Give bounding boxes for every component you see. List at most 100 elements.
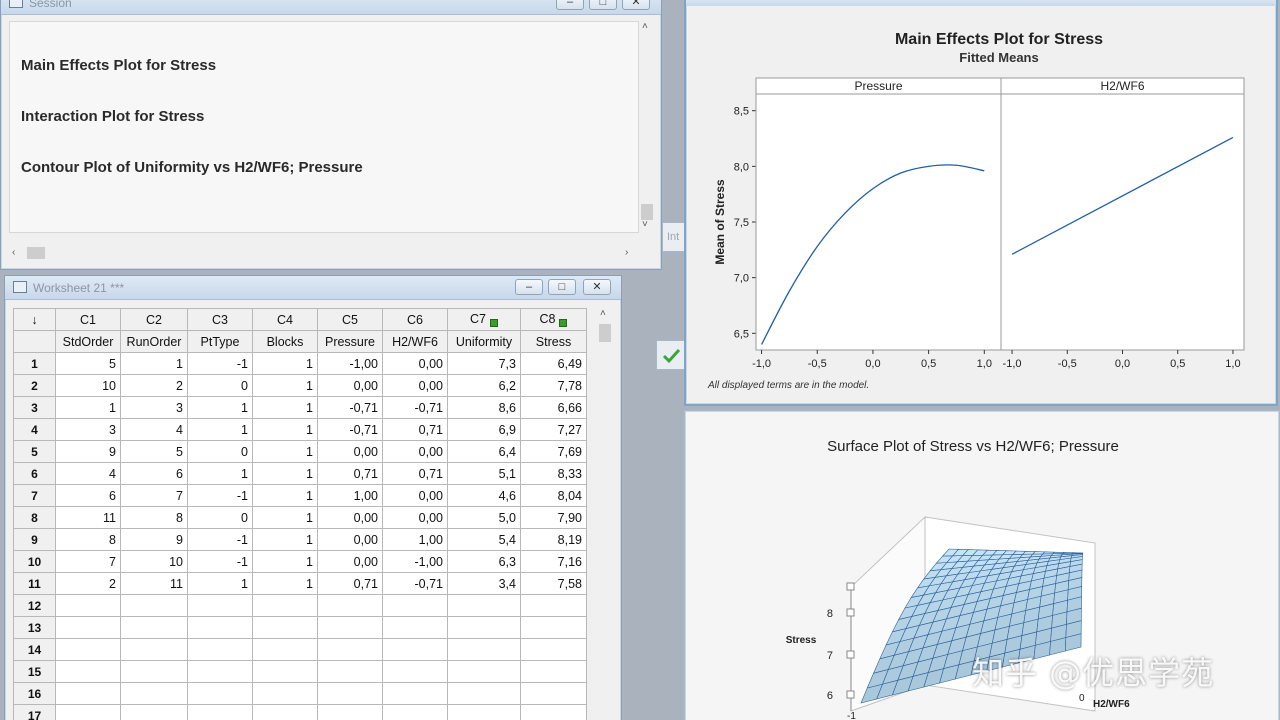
table-cell[interactable] xyxy=(252,682,318,705)
table-cell[interactable]: -1,00 xyxy=(382,550,448,573)
table-cell[interactable]: 7,78 xyxy=(520,374,587,397)
table-cell[interactable]: 1 xyxy=(252,462,318,485)
table-cell[interactable] xyxy=(447,616,521,639)
session-vertical-scrollbar[interactable]: ˄ ˅ xyxy=(639,21,655,233)
session-horizontal-scrollbar[interactable]: ‹ › xyxy=(9,245,639,261)
row-number[interactable]: 13 xyxy=(13,616,56,639)
table-cell[interactable]: 8,6 xyxy=(447,396,521,419)
session-output[interactable]: Main Effects Plot for Stress Interaction… xyxy=(9,21,639,233)
table-cell[interactable]: 1 xyxy=(187,572,253,595)
scroll-left-icon[interactable]: ‹ xyxy=(12,247,15,258)
table-cell[interactable]: 7,69 xyxy=(520,440,587,463)
table-cell[interactable]: 6,49 xyxy=(520,352,587,375)
table-cell[interactable] xyxy=(187,616,253,639)
row-number[interactable]: 5 xyxy=(13,440,56,463)
table-cell[interactable] xyxy=(120,594,188,617)
table-cell[interactable] xyxy=(55,682,121,705)
table-cell[interactable] xyxy=(55,704,121,720)
row-number[interactable]: 12 xyxy=(13,594,56,617)
table-cell[interactable]: 10 xyxy=(55,374,121,397)
row-number[interactable]: 15 xyxy=(13,660,56,683)
hscroll-thumb[interactable] xyxy=(27,247,45,259)
row-number[interactable]: 14 xyxy=(13,638,56,661)
table-cell[interactable] xyxy=(317,638,383,661)
table-cell[interactable]: 7,3 xyxy=(447,352,521,375)
row-number[interactable]: 3 xyxy=(13,396,56,419)
table-cell[interactable]: 2 xyxy=(55,572,121,595)
worksheet-vertical-scrollbar[interactable]: ˄ xyxy=(597,308,613,720)
table-cell[interactable]: 5,4 xyxy=(447,528,521,551)
column-name[interactable]: Uniformity xyxy=(447,330,521,353)
table-cell[interactable] xyxy=(252,638,318,661)
table-cell[interactable]: 0,00 xyxy=(382,440,448,463)
table-cell[interactable]: 1 xyxy=(187,418,253,441)
table-cell[interactable] xyxy=(382,616,448,639)
table-cell[interactable] xyxy=(520,616,587,639)
table-cell[interactable]: 6 xyxy=(55,484,121,507)
table-cell[interactable]: 6,9 xyxy=(447,418,521,441)
table-cell[interactable]: 1 xyxy=(187,462,253,485)
table-cell[interactable]: 7,27 xyxy=(520,418,587,441)
table-cell[interactable]: 4 xyxy=(120,418,188,441)
table-cell[interactable]: 0,71 xyxy=(382,462,448,485)
table-cell[interactable]: 6,66 xyxy=(520,396,587,419)
table-cell[interactable]: 0,00 xyxy=(382,484,448,507)
table-cell[interactable]: 1,00 xyxy=(317,484,383,507)
table-cell[interactable]: 0,00 xyxy=(382,352,448,375)
column-name[interactable]: PtType xyxy=(187,330,253,353)
scroll-thumb[interactable] xyxy=(641,204,653,220)
table-cell[interactable]: -0,71 xyxy=(317,396,383,419)
row-number[interactable]: 6 xyxy=(13,462,56,485)
table-cell[interactable]: -1 xyxy=(187,550,253,573)
table-cell[interactable] xyxy=(447,594,521,617)
table-cell[interactable]: 8,19 xyxy=(520,528,587,551)
row-number[interactable]: 1 xyxy=(13,352,56,375)
table-cell[interactable]: 0 xyxy=(187,374,253,397)
table-cell[interactable] xyxy=(317,660,383,683)
select-all-arrow-icon[interactable]: ↓ xyxy=(13,308,56,331)
ws-minimize-button[interactable]: – xyxy=(515,279,543,295)
table-cell[interactable]: 7 xyxy=(55,550,121,573)
row-number[interactable]: 17 xyxy=(13,704,56,720)
session-titlebar[interactable]: Session – □ ✕ xyxy=(1,0,661,15)
table-cell[interactable]: 3 xyxy=(55,418,121,441)
table-cell[interactable] xyxy=(520,704,587,720)
table-cell[interactable]: -0,71 xyxy=(317,418,383,441)
table-cell[interactable]: 8 xyxy=(55,528,121,551)
table-cell[interactable] xyxy=(55,660,121,683)
table-cell[interactable]: 0 xyxy=(187,440,253,463)
table-cell[interactable]: 5,0 xyxy=(447,506,521,529)
table-cell[interactable] xyxy=(187,594,253,617)
table-cell[interactable] xyxy=(447,704,521,720)
row-number[interactable]: 16 xyxy=(13,682,56,705)
row-number[interactable]: 11 xyxy=(13,572,56,595)
column-id[interactable]: C2 xyxy=(120,308,188,331)
table-cell[interactable]: -1 xyxy=(187,528,253,551)
ws-scroll-thumb[interactable] xyxy=(599,324,611,342)
table-cell[interactable]: 1 xyxy=(252,418,318,441)
column-id[interactable]: C8 xyxy=(520,308,587,331)
table-cell[interactable] xyxy=(252,660,318,683)
table-cell[interactable]: 6,4 xyxy=(447,440,521,463)
table-cell[interactable] xyxy=(55,616,121,639)
table-cell[interactable]: 1 xyxy=(252,352,318,375)
row-number[interactable]: 2 xyxy=(13,374,56,397)
table-cell[interactable]: -0,71 xyxy=(382,396,448,419)
table-cell[interactable]: 1 xyxy=(187,396,253,419)
table-cell[interactable] xyxy=(120,682,188,705)
table-cell[interactable] xyxy=(120,638,188,661)
row-number[interactable]: 10 xyxy=(13,550,56,573)
table-cell[interactable]: 7,90 xyxy=(520,506,587,529)
table-cell[interactable]: 1 xyxy=(55,396,121,419)
table-cell[interactable]: 1 xyxy=(252,440,318,463)
table-cell[interactable]: -0,71 xyxy=(382,572,448,595)
ws-scroll-up-icon[interactable]: ˄ xyxy=(600,308,606,319)
column-id[interactable]: C1 xyxy=(55,308,121,331)
column-name[interactable]: Stress xyxy=(520,330,587,353)
table-cell[interactable]: 3 xyxy=(120,396,188,419)
table-cell[interactable]: 4 xyxy=(55,462,121,485)
table-cell[interactable]: 6,2 xyxy=(447,374,521,397)
column-id[interactable]: C5 xyxy=(317,308,383,331)
table-cell[interactable]: 1,00 xyxy=(382,528,448,551)
table-cell[interactable]: 9 xyxy=(120,528,188,551)
